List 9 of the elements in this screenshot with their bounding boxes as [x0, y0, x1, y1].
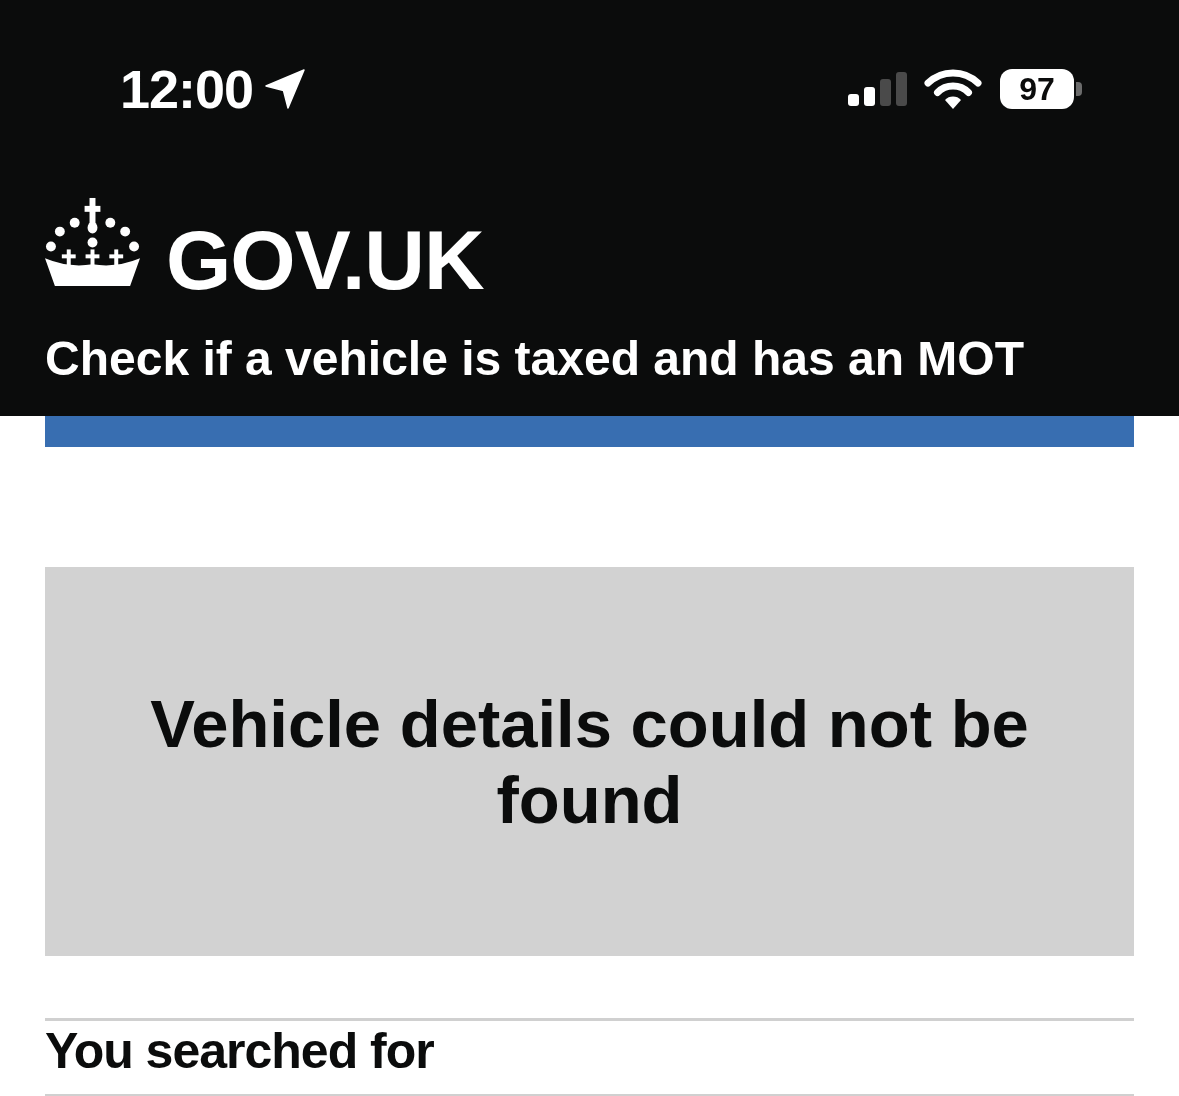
clock-time: 12:00	[120, 61, 254, 116]
govuk-logo-link[interactable]: GOV.UK	[45, 195, 484, 290]
service-name-link[interactable]: Check if a vehicle is taxed and has an MOT	[45, 330, 1024, 388]
panel-title: Vehicle details could not be found	[149, 685, 1030, 838]
battery-indicator: 97	[1000, 68, 1082, 109]
wifi-icon	[924, 68, 982, 109]
cellular-signal-icon	[848, 71, 908, 106]
summary-key: You searched for	[45, 1021, 434, 1081]
location-arrow-icon	[265, 68, 306, 109]
